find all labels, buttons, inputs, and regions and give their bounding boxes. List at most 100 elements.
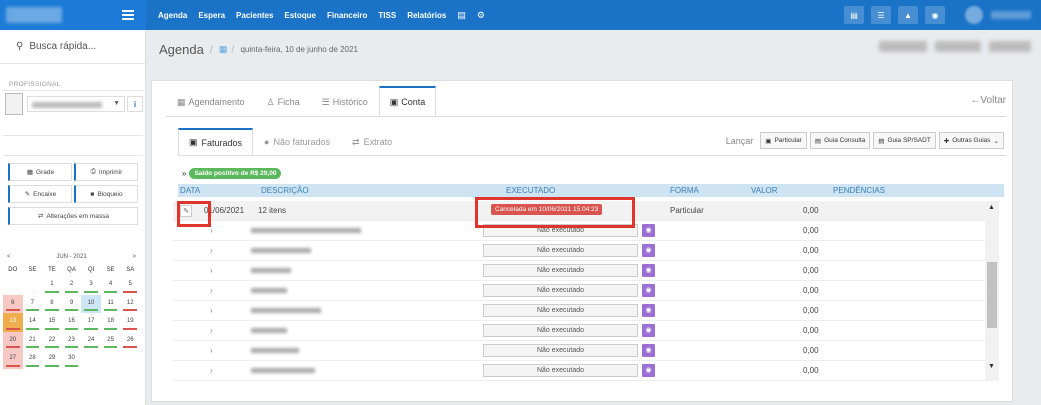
tab-faturados[interactable]: ▣ Faturados [178,128,254,155]
chevron-right-icon[interactable]: › [210,226,213,235]
info-icon[interactable]: i [127,96,143,112]
execution-status[interactable]: Não executado [483,244,638,257]
nav-estoque[interactable]: Estoque [284,11,316,20]
tab-extrato[interactable]: ⇄ Extrato [341,128,403,155]
calendar-day[interactable]: 14 [23,313,43,332]
camera-icon[interactable]: ◉ [642,264,655,277]
encaixe-button[interactable]: ✎ Encaixe [8,185,72,203]
camera-icon[interactable]: ◉ [642,364,655,377]
table-row[interactable]: › Não executado ◉ 0,00 [173,261,985,281]
calendar-day[interactable]: 6 [3,294,23,313]
camera-icon[interactable]: ◉ [642,284,655,297]
calendar-day[interactable]: 19 [120,313,140,332]
calendar-day[interactable]: 8 [42,295,62,314]
chevron-right-icon[interactable]: › [210,326,213,335]
nav-pacientes[interactable]: Pacientes [236,11,273,20]
calendar-day[interactable]: 5 [120,276,140,295]
list-icon[interactable]: ☰ [871,6,891,24]
table-row[interactable]: › Não executado ◉ 0,00 [173,241,985,261]
chevron-right-icon[interactable]: › [210,266,213,275]
double-chevron-icon[interactable]: » [182,169,186,178]
nav-financeiro[interactable]: Financeiro [327,11,367,20]
gear-icon[interactable]: ⚙ [477,10,485,21]
execution-status[interactable]: Não executado [483,284,638,297]
chevron-right-icon[interactable]: › [210,366,213,375]
calendar-day[interactable]: 17 [81,313,101,332]
nav-tiss[interactable]: TISS [378,11,396,20]
header-action-3[interactable] [989,41,1031,52]
table-row[interactable]: › Não executado ◉ 0,00 [173,301,985,321]
table-row[interactable]: › Não executado ◉ 0,00 [173,281,985,301]
execution-status[interactable]: Não executado [483,324,638,337]
chevron-right-icon[interactable]: › [210,246,213,255]
inbox-icon[interactable]: ▤ [844,6,864,24]
calendar-day[interactable]: 20 [3,331,23,350]
guia-consulta-button[interactable]: ▤ Guia Consulta [809,132,871,149]
header-action-2[interactable] [935,41,981,52]
calendar-day[interactable]: 27 [3,350,23,369]
tab-nao-faturados[interactable]: ● Não faturados [253,128,341,155]
scrollbar-thumb[interactable] [987,262,997,328]
execution-status[interactable]: Não executado [483,364,638,377]
camera-icon[interactable]: ◉ [642,224,655,237]
bell-icon[interactable]: ▲ [898,6,918,24]
scroll-up-icon[interactable]: ▲ [988,204,995,211]
calendar-day[interactable]: 23 [62,332,82,351]
execution-status[interactable]: Não executado [483,264,638,277]
tab-agendamento[interactable]: ▦ Agendamento [166,87,256,116]
database-icon[interactable]: ▤ [457,10,466,21]
calendar-day[interactable]: 29 [42,350,62,369]
chat-icon[interactable]: ◉ [925,6,945,24]
calendar-day[interactable]: 3 [81,276,101,295]
table-row[interactable]: › Não executado ◉ 0,00 [173,361,985,381]
calendar-day[interactable]: 11 [101,295,121,314]
imprimir-button[interactable]: ⎙ Imprimir [74,163,138,181]
bloqueio-button[interactable]: ■ Bloqueio [74,185,138,203]
voltar-button[interactable]: ←Voltar [970,95,1006,106]
tab-historico[interactable]: ☰ Histórico [311,87,379,116]
alteracoes-massa-button[interactable]: ⇄ Alterações em massa [8,207,138,225]
outras-guias-button[interactable]: ✚ Outras Guias ⌄ [938,132,1004,149]
table-row[interactable]: › Não executado ◉ 0,00 [173,341,985,361]
profissional-select[interactable]: ▼ [27,96,125,112]
app-logo[interactable] [6,7,62,23]
calendar-next-button[interactable]: > [132,254,136,260]
user-name[interactable] [991,11,1031,19]
guia-sp-sadt-button[interactable]: ▤ Guia SP/SADT [873,132,936,149]
scroll-down-icon[interactable]: ▼ [988,363,995,370]
chevron-right-icon[interactable]: › [210,346,213,355]
calendar-day[interactable]: 15 [42,313,62,332]
execution-status[interactable]: Não executado [483,344,638,357]
calendar-day[interactable]: 12 [120,295,140,314]
nav-espera[interactable]: Espera [198,11,225,20]
table-row[interactable]: › Não executado ◉ 0,00 [173,321,985,341]
calendar-day[interactable]: 26 [120,332,140,351]
camera-icon[interactable]: ◉ [642,324,655,337]
hamburger-menu-icon[interactable] [122,10,134,20]
camera-icon[interactable]: ◉ [642,344,655,357]
calendar-day[interactable]: 9 [62,295,82,314]
particular-button[interactable]: ▣ Particular [760,132,807,149]
camera-icon[interactable]: ◉ [642,244,655,257]
calendar-day[interactable]: 28 [23,350,43,369]
calendar-day[interactable]: 22 [42,332,62,351]
header-action-1[interactable] [879,41,927,52]
nav-relatorios[interactable]: Relatórios [407,11,446,20]
execution-status[interactable]: Não executado [483,304,638,317]
calendar-day[interactable]: 4 [101,276,121,295]
calendar-day[interactable]: 16 [62,313,82,332]
calendar-day[interactable]: 1 [42,276,62,295]
quick-search[interactable]: ⚲ Busca rápida... [0,30,145,64]
user-avatar[interactable] [965,6,983,24]
chevron-right-icon[interactable]: › [210,306,213,315]
calendar-day[interactable]: 7 [23,295,43,314]
tab-ficha[interactable]: ♙ Ficha [256,87,311,116]
calendar-day[interactable]: 2 [62,276,82,295]
tab-conta[interactable]: ▣ Conta [378,86,437,116]
chevron-right-icon[interactable]: › [210,286,213,295]
calendar-prev-button[interactable]: < [7,254,11,260]
calendar-day[interactable]: 25 [101,332,121,351]
grade-button[interactable]: ▦ Grade [8,163,72,181]
calendar-day[interactable]: 10 [81,294,101,313]
nav-agenda[interactable]: Agenda [158,11,187,20]
